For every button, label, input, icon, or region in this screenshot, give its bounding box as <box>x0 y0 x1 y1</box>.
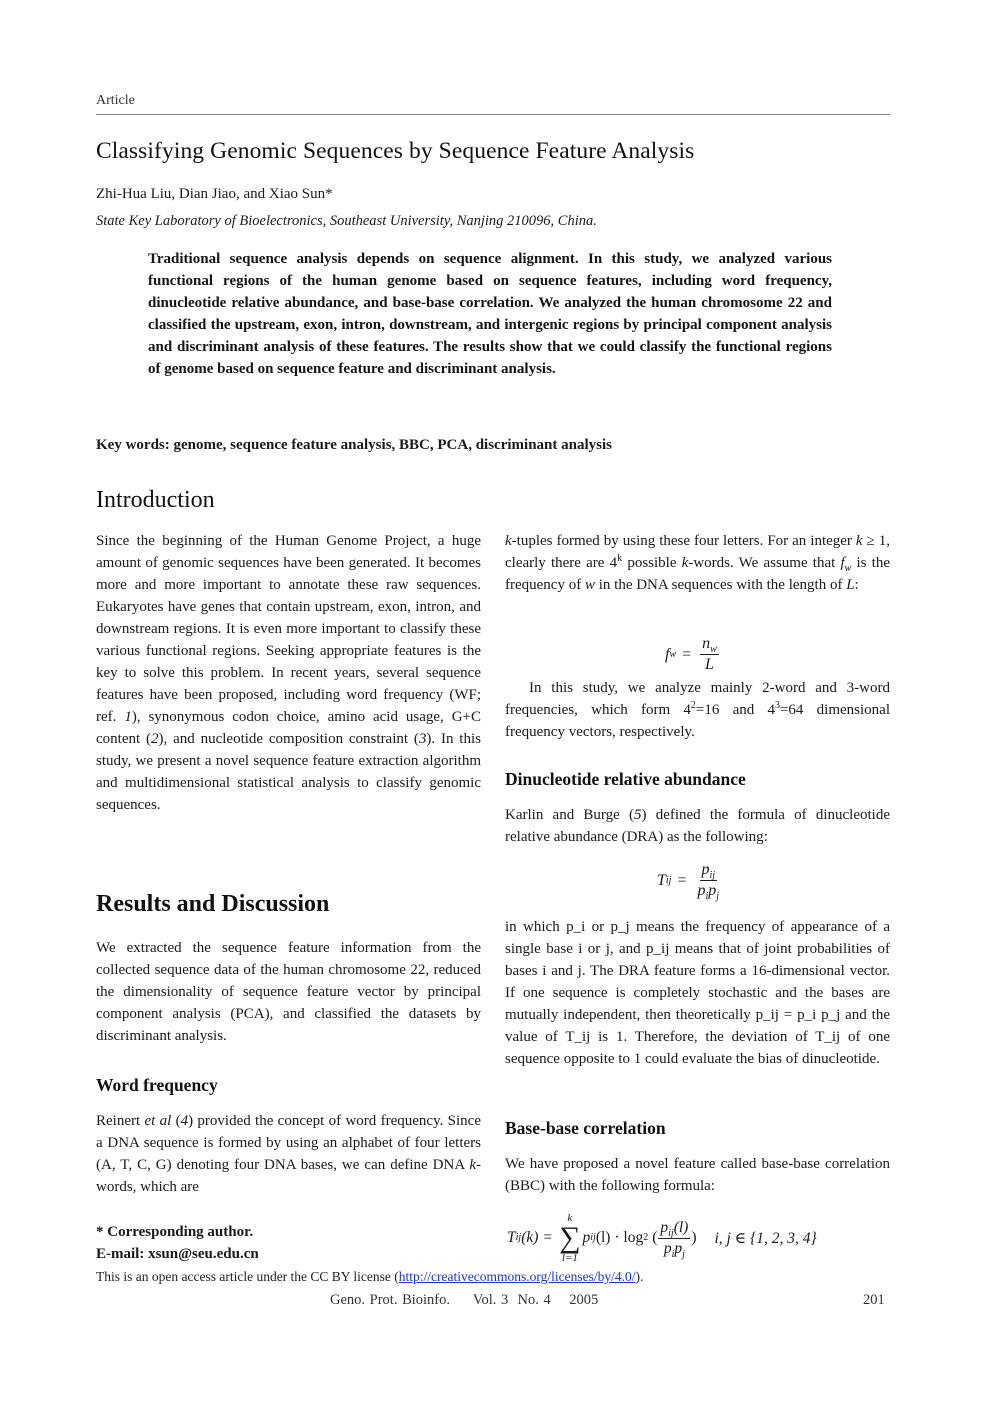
wf-text: Reinert <box>96 1113 145 1129</box>
results-text: We extracted the sequence feature inform… <box>96 940 481 1044</box>
eq-symbol: p <box>582 1229 591 1246</box>
section-heading-introduction: Introduction <box>96 487 215 513</box>
eq-denominator: L <box>705 656 714 673</box>
word-frequency-paragraph-right: k-tuples formed by using these four lett… <box>505 530 890 596</box>
eq-arg: (l) · log <box>595 1229 644 1246</box>
eq-sub: w <box>710 644 717 656</box>
results-paragraph: We extracted the sequence feature inform… <box>96 937 481 1047</box>
eq-arg: (l) <box>673 1218 689 1236</box>
wf-text: -words. We assume that <box>688 555 841 571</box>
journal-issue: No. 4 <box>517 1292 551 1308</box>
license-text: This is an open access article under the… <box>96 1269 399 1284</box>
wf-w: w <box>584 577 595 593</box>
wf-etal: et al <box>144 1113 172 1129</box>
eq-symbol: T <box>657 871 666 889</box>
eq-equals: = <box>677 871 687 889</box>
equation-dra: Tij = pij pipj <box>657 860 722 903</box>
dra-text: Karlin and Burge ( <box>505 807 634 823</box>
wf-text: possible <box>622 555 682 571</box>
eq-numerator: nw <box>700 634 719 655</box>
running-head: Article <box>96 93 135 108</box>
eq-denominator: pipj <box>662 1239 687 1260</box>
license-link[interactable]: http://creativecommons.org/licenses/by/4… <box>399 1269 636 1284</box>
email-line: E-mail: xsun@seu.edu.cn <box>96 1243 259 1265</box>
eq-symbol: p <box>701 861 710 878</box>
eq-symbol: p <box>663 1239 672 1257</box>
eq-fraction: pij(l) pipj <box>658 1218 691 1260</box>
introduction-paragraph: Since the beginning of the Human Genome … <box>96 530 481 816</box>
eq-sub: ij <box>709 870 716 882</box>
reference-4[interactable]: 4 <box>181 1113 189 1129</box>
eq-numerator: pij <box>699 860 718 882</box>
sigma-icon: ∑ <box>559 1221 581 1254</box>
eq-fraction: pij pipj <box>696 860 722 903</box>
journal-name: Geno. Prot. Bioinfo. <box>330 1292 451 1308</box>
eq-equals: = <box>543 1229 553 1246</box>
article-title: Classifying Genomic Sequences by Sequenc… <box>96 138 695 164</box>
affiliation: State Key Laboratory of Bioelectronics, … <box>96 213 597 229</box>
reference-5[interactable]: 5 <box>634 807 642 823</box>
keywords: Key words: genome, sequence feature anal… <box>96 437 612 453</box>
page-number: 201 <box>863 1292 885 1308</box>
wf-text: in the DNA sequences with the length of <box>594 577 847 593</box>
dra-explanation: in which p_i or p_j means the frequency … <box>505 919 890 1067</box>
journal-volume: Vol. 3 <box>472 1292 509 1308</box>
eq-symbol: p <box>660 1218 669 1236</box>
subsection-heading-word-frequency: Word frequency <box>96 1075 218 1095</box>
eq-paren: ( <box>652 1229 658 1246</box>
wf-text: : <box>854 577 859 593</box>
eq-arg: (k) <box>521 1229 539 1246</box>
reference-1[interactable]: 1 <box>124 709 132 725</box>
wf-k: k <box>855 533 863 549</box>
authors: Zhi-Hua Liu, Dian Jiao, and Xiao Sun* <box>96 186 333 202</box>
email-label: E-mail: <box>96 1246 149 1262</box>
eq-sub: j <box>716 891 720 903</box>
eq-symbol: T <box>507 1229 516 1246</box>
bbc-text: We have proposed a novel feature called … <box>505 1156 890 1194</box>
intro-text: ), and nucleotide composition constraint… <box>158 731 419 747</box>
subsection-heading-dinucleotide: Dinucleotide relative abundance <box>505 769 746 789</box>
journal-footer: Geno. Prot. Bioinfo. Vol. 3 No. 4 2005 <box>330 1292 598 1309</box>
sum-lower-limit: l=1 <box>561 1252 578 1264</box>
eq-sub: j <box>682 1248 685 1260</box>
reference-2[interactable]: 2 <box>151 731 159 747</box>
wf-k: k <box>505 533 512 549</box>
wf-text: -tuples formed by using these four lette… <box>511 533 856 549</box>
header-rule <box>96 114 890 115</box>
eq-symbol: p <box>697 882 706 899</box>
subsection-heading-bbc: Base-base correlation <box>505 1118 666 1138</box>
dinucleotide-paragraph-1: Karlin and Burge (5) defined the formula… <box>505 804 890 848</box>
word-frequency-paragraph-2: In this study, we analyze mainly 2-word … <box>505 677 890 743</box>
eq-summation: k ∑ l=1 <box>559 1212 580 1264</box>
abstract: Traditional sequence analysis depends on… <box>148 251 832 377</box>
eq-numerator: pij(l) <box>658 1218 691 1239</box>
section-heading-results: Results and Discussion <box>96 891 330 917</box>
equation-bbc: Tij (k) = k ∑ l=1 p ij (l) · log 2 ( pij(l) … <box>507 1212 817 1264</box>
wf-text: ( <box>171 1113 181 1129</box>
license-text: ). <box>635 1269 644 1284</box>
journal-year: 2005 <box>569 1292 599 1308</box>
word-frequency-paragraph-left: Reinert et al (4) provided the concept o… <box>96 1110 481 1198</box>
bbc-paragraph: We have proposed a novel feature called … <box>505 1153 890 1197</box>
dinucleotide-paragraph-2: in which p_i or p_j means the frequency … <box>505 916 890 1070</box>
footnote: * Corresponding author. E-mail: xsun@seu… <box>96 1221 259 1265</box>
eq-paren: ) <box>691 1229 697 1246</box>
eq-symbol: p <box>674 1239 683 1257</box>
eq-fraction: nw L <box>700 634 719 675</box>
eq-equals: = <box>682 645 692 663</box>
email-address[interactable]: xsun@seu.edu.cn <box>148 1246 259 1262</box>
wf-text: =16 and 4 <box>695 702 775 718</box>
eq-domain: i, j ∈ {1, 2, 3, 4} <box>714 1229 817 1247</box>
equation-word-frequency: fw = nw L <box>665 634 719 675</box>
wf-L: L <box>846 577 855 593</box>
wf-k: k <box>469 1157 476 1173</box>
license-notice: This is an open access article under the… <box>96 1269 643 1285</box>
corresponding-author-note: * Corresponding author. <box>96 1224 254 1240</box>
intro-text: Since the beginning of the Human Genome … <box>96 533 481 725</box>
eq-symbol: n <box>702 635 711 652</box>
eq-denominator: pipj <box>696 881 722 903</box>
